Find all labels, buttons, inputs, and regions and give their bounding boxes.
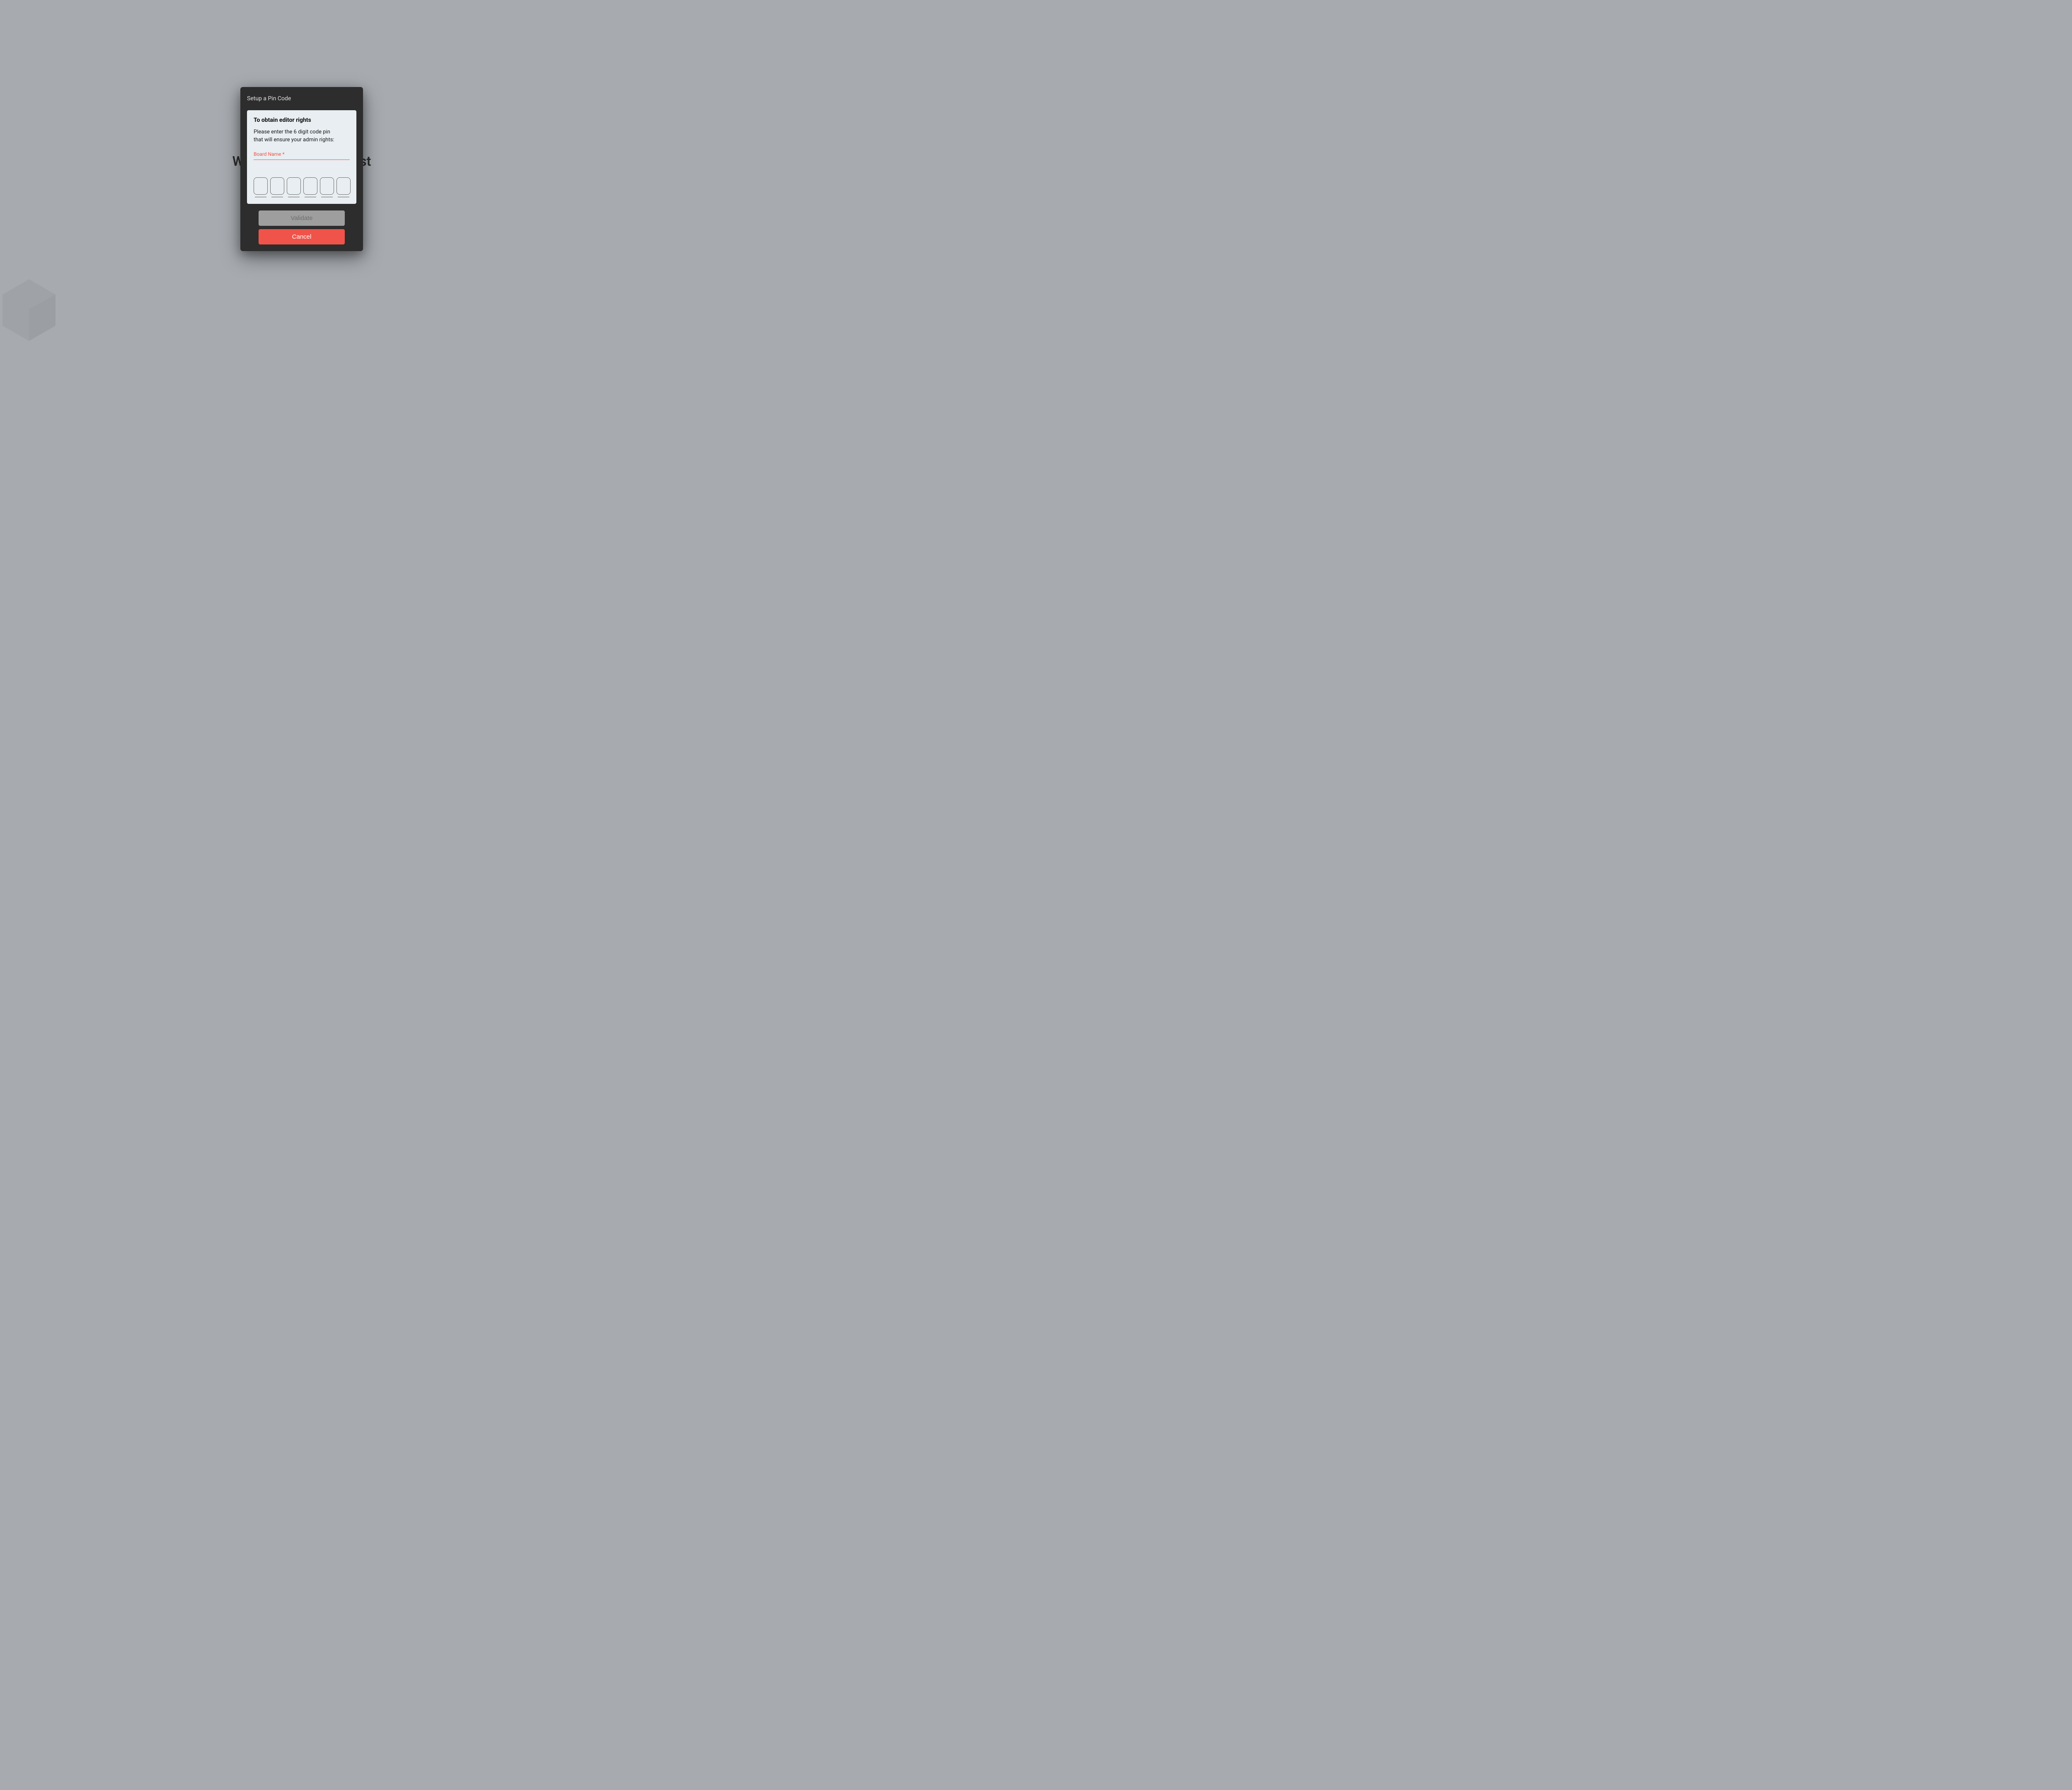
board-name-label: Board Name * [254, 151, 350, 157]
pin-box-wrapper-4 [303, 177, 317, 197]
modal-title: Setup a Pin Code [247, 94, 356, 104]
validate-button[interactable]: Validate [259, 210, 345, 226]
pin-input-4[interactable] [303, 177, 317, 195]
pin-box-wrapper-3 [287, 177, 301, 197]
pin-box-wrapper-2 [270, 177, 284, 197]
pin-input-6[interactable] [336, 177, 351, 195]
card-heading: To obtain editor rights [254, 117, 350, 123]
card-description: Please enter the 6 digit code pin that w… [254, 128, 350, 143]
modal-actions: Validate Cancel [247, 210, 356, 244]
pin-box-wrapper-1 [254, 177, 268, 197]
modal-overlay: Setup a Pin Code To obtain editor rights… [0, 0, 603, 338]
pin-setup-modal: Setup a Pin Code To obtain editor rights… [240, 87, 363, 251]
description-line-1: Please enter the 6 digit code pin [254, 129, 330, 135]
description-line-2: that will ensure your admin rights: [254, 137, 334, 143]
pin-box-wrapper-5 [320, 177, 334, 197]
pin-input-1[interactable] [254, 177, 268, 195]
pin-box-wrapper-6 [336, 177, 351, 197]
pin-inputs-container [254, 177, 350, 197]
pin-input-3[interactable] [287, 177, 301, 195]
modal-card: To obtain editor rights Please enter the… [247, 110, 356, 203]
board-name-field[interactable]: Board Name * [254, 151, 350, 160]
pin-input-2[interactable] [270, 177, 284, 195]
cancel-button[interactable]: Cancel [259, 229, 345, 244]
pin-input-5[interactable] [320, 177, 334, 195]
